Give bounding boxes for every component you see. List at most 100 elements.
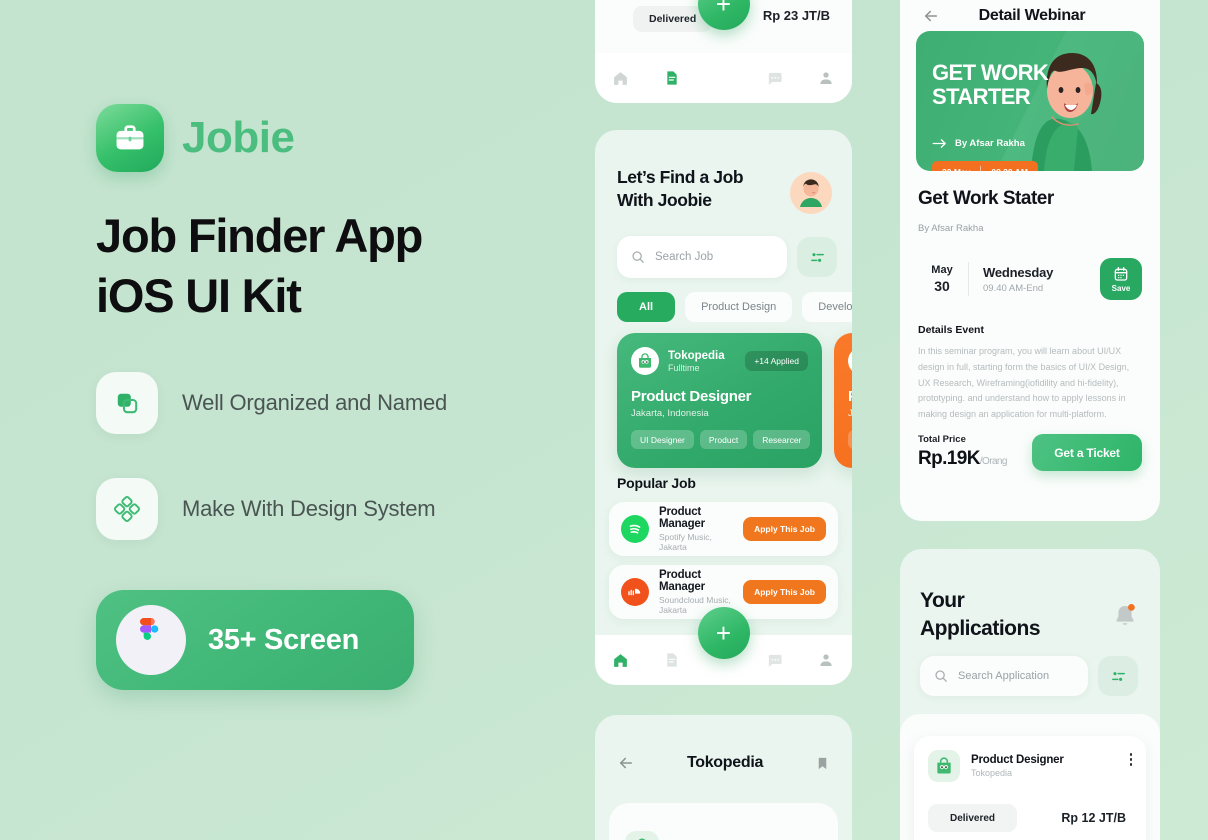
job-card-header [848, 347, 852, 375]
feature-label: Make With Design System [182, 496, 436, 522]
search-icon [631, 250, 645, 264]
nav-item-documents[interactable] [646, 70, 697, 86]
profile-icon [818, 70, 834, 86]
application-text: Product Designer Tokopedia [971, 754, 1064, 778]
more-vertical-icon[interactable] [1129, 750, 1132, 766]
popular-job-heading: Popular Job [617, 475, 696, 491]
search-row: Search Job [617, 236, 837, 278]
back-arrow-icon[interactable] [617, 754, 635, 772]
nav-item-profile[interactable] [801, 70, 852, 86]
popular-job-text: Product Manager Spotify Music, Jakarta [659, 506, 733, 552]
chip-all[interactable]: All [617, 292, 676, 322]
job-card-employment: Fulltime [668, 363, 700, 374]
notification-bell-icon[interactable] [1112, 601, 1138, 629]
filter-icon[interactable] [1098, 656, 1138, 696]
figma-icon [116, 605, 186, 676]
add-fab-button[interactable]: + [697, 607, 750, 659]
hero-heading-line-1: GET WORK [932, 60, 1049, 85]
company-detail-card: Product Designer [609, 803, 838, 840]
webinar-title: Get Work Stater [918, 188, 1054, 209]
price-amount: Rp.19K [918, 448, 980, 469]
webinar-hero-author: By Afsar Rakha [932, 138, 1025, 149]
webinar-author: By Afsar Rakha [918, 223, 984, 234]
document-icon [664, 70, 680, 86]
nav-item-chat[interactable] [749, 70, 800, 87]
job-card-role: P [848, 388, 852, 405]
search-placeholder: Search Job [655, 251, 714, 263]
nav-item-profile[interactable] [801, 652, 852, 668]
webinar-day-block: Wednesday 09.40 AM-End [983, 265, 1053, 294]
webinar-hero-banner: GET WORK STARTER By Afsar Rakha 30 May 0… [916, 31, 1144, 171]
save-button[interactable]: Save [1100, 258, 1142, 300]
total-price-value: Rp.19K/Orang [918, 448, 1007, 470]
apply-button[interactable]: Apply This Job [743, 517, 826, 541]
nav-item-documents[interactable] [646, 652, 697, 668]
webinar-time-range: 09.40 AM-End [983, 282, 1044, 294]
screen-count-button[interactable]: 35+ Screen [96, 590, 414, 691]
user-avatar[interactable] [790, 172, 832, 214]
job-card-location: Jakarta, Indonesia [631, 408, 709, 419]
hero-time: 08.30 AM [981, 167, 1038, 171]
list-item[interactable]: Product Designer Tokopedia Delivered Rp … [914, 736, 1146, 840]
nav-item-home[interactable] [595, 70, 646, 87]
search-icon [934, 669, 948, 683]
feature-list: Well Organized and Named Make With Desig… [96, 372, 566, 541]
job-tag: Product [699, 430, 748, 449]
spotify-icon [621, 515, 649, 543]
job-card[interactable]: P Ja U [834, 333, 852, 468]
search-input[interactable]: Search Application [920, 656, 1088, 696]
chip-developer[interactable]: Developer [802, 292, 852, 322]
tokopedia-icon [625, 831, 659, 840]
chat-icon [766, 70, 783, 87]
page-title: Job Finder App iOS UI Kit [96, 206, 566, 326]
brand-row: Jobie [96, 104, 566, 172]
home-icon [612, 70, 629, 87]
webinar-topbar: Detail Webinar [900, 0, 1160, 32]
promo-panel: Jobie Job Finder App iOS UI Kit Well Org… [96, 104, 566, 691]
job-card-applied-badge: +14 Applied [745, 351, 808, 371]
nav-item-home[interactable] [595, 652, 646, 669]
apply-button[interactable]: Apply This Job [743, 580, 826, 604]
arrow-right-icon [932, 138, 947, 149]
applications-title-line-2: Applications [920, 616, 1041, 640]
save-label: Save [1111, 283, 1131, 293]
application-company: Tokopedia [971, 768, 1013, 778]
screen-count-label: 35+ Screen [208, 623, 359, 656]
job-card-company: Tokopedia [668, 349, 725, 362]
filter-icon[interactable] [797, 237, 837, 277]
poster-canvas: Jobie Job Finder App iOS UI Kit Well Org… [0, 0, 1208, 840]
webinar-date-block: May 30 [918, 264, 966, 294]
phone-your-applications: Your Applications Search Application Pro… [900, 549, 1160, 840]
document-icon [664, 652, 680, 668]
webinar-hero-heading: GET WORK STARTER [932, 60, 1049, 109]
job-card-location: Ja [848, 408, 852, 419]
bookmark-icon[interactable] [815, 756, 830, 771]
popular-job-role: Product Manager [659, 506, 705, 530]
layers-icon [96, 372, 158, 435]
application-salary: Rp 12 JT/B [1061, 811, 1126, 825]
details-event-body: In this seminar program, you will learn … [918, 346, 1130, 419]
get-ticket-button[interactable]: Get a Ticket [1032, 434, 1142, 471]
search-input[interactable]: Search Job [617, 236, 787, 278]
chip-product-design[interactable]: Product Design [685, 292, 793, 322]
feature-label: Well Organized and Named [182, 390, 448, 416]
job-tag: UI Designer [631, 430, 694, 449]
details-event-heading: Details Event [918, 324, 984, 336]
price-unit: /Orang [979, 456, 1008, 467]
list-item[interactable]: Product Manager Spotify Music, Jakarta A… [609, 502, 838, 556]
feature-item-design-system: Make With Design System [96, 478, 566, 541]
popular-job-role: Product Manager [659, 569, 705, 593]
chat-icon [766, 652, 783, 669]
headline-line-2: iOS UI Kit [96, 269, 302, 323]
home-icon [612, 652, 629, 669]
applications-sheet: Product Designer Tokopedia Delivered Rp … [900, 714, 1160, 840]
job-card[interactable]: Tokopedia Fulltime +14 Applied Product D… [617, 333, 822, 468]
briefcase-icon [113, 121, 147, 155]
application-role: Product Designer [971, 754, 1064, 766]
status-badge: Delivered [928, 804, 1018, 832]
applications-title: Your Applications [920, 587, 1041, 642]
nav-item-chat[interactable] [749, 652, 800, 669]
profile-icon [818, 652, 834, 668]
hero-heading-line-2: STARTER [932, 83, 1031, 109]
job-card-carousel: Tokopedia Fulltime +14 Applied Product D… [617, 333, 852, 468]
